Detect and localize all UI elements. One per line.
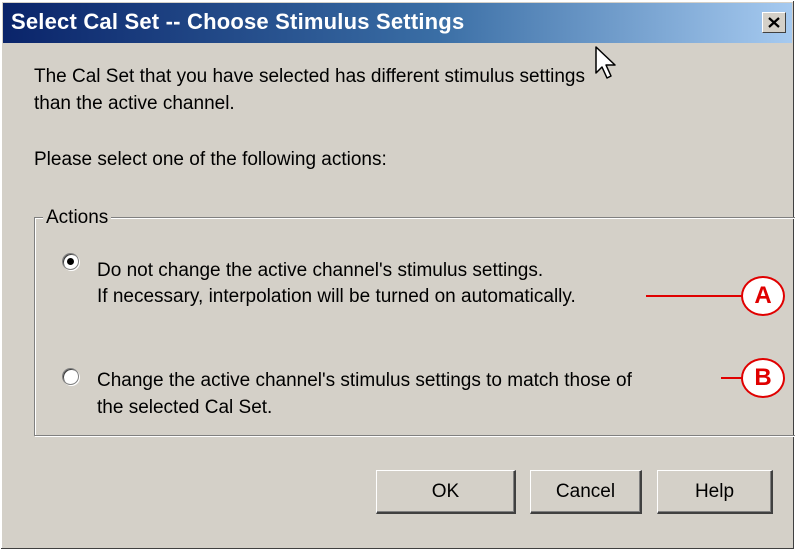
option-b-line-1[interactable]: Change the active channel's stimulus set… [97,369,632,393]
mouse-pointer-icon [595,46,616,79]
actions-group-label: Actions [43,206,112,230]
radio-selected-icon [67,258,74,265]
radio-option-b[interactable] [62,368,79,385]
close-button[interactable] [762,12,786,33]
close-icon [768,17,780,28]
ok-button[interactable]: OK [376,470,516,514]
help-button[interactable]: Help [657,470,773,514]
cancel-button[interactable]: Cancel [530,470,642,514]
option-a-line-1[interactable]: Do not change the active channel's stimu… [97,259,543,283]
prompt-text: Please select one of the following actio… [34,149,387,170]
option-b-line-2[interactable]: the selected Cal Set. [97,396,272,420]
callout-a: A [741,276,785,316]
callout-b: B [741,358,785,398]
dialog-title: Select Cal Set -- Choose Stimulus Settin… [11,9,465,34]
option-a-line-2[interactable]: If necessary, interpolation will be turn… [97,285,576,309]
dialog-window: Select Cal Set -- Choose Stimulus Settin… [0,0,795,550]
message-line-2: than the active channel. [34,93,235,114]
message-line-1: The Cal Set that you have selected has d… [34,66,585,87]
callout-a-line [646,295,742,297]
radio-option-a[interactable] [62,253,79,270]
callout-b-line [721,377,743,379]
title-bar[interactable]: Select Cal Set -- Choose Stimulus Settin… [3,3,792,43]
